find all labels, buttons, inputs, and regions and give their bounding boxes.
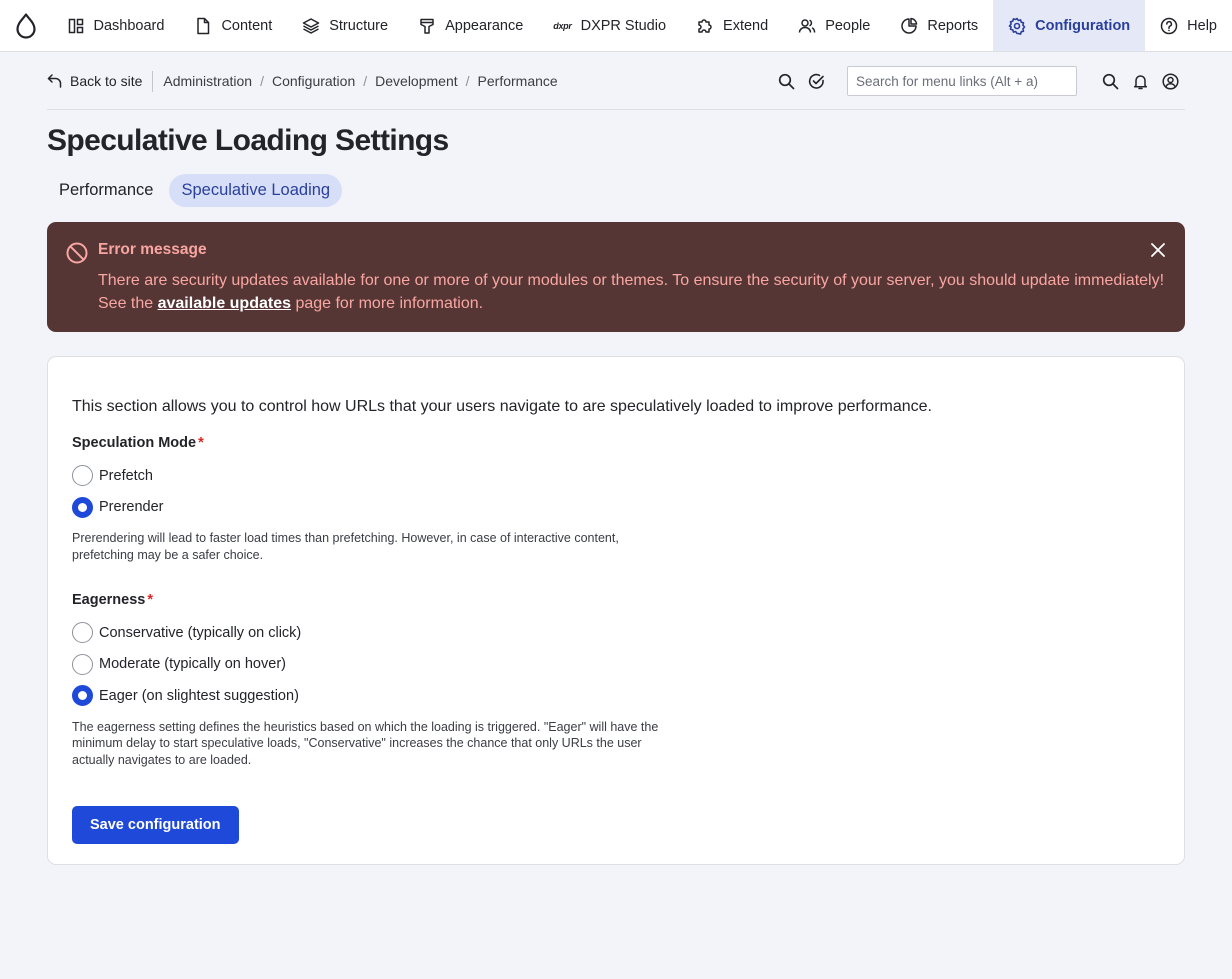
drupal-drop-icon — [16, 12, 36, 39]
breadcrumb-performance[interactable]: Performance — [478, 73, 558, 89]
tab-speculative-loading[interactable]: Speculative Loading — [169, 174, 343, 207]
page-title: Speculative Loading Settings — [47, 124, 449, 157]
admin-toolbar: Dashboard Content Structure Appearance d… — [0, 0, 1232, 52]
user-account-button[interactable] — [1155, 66, 1185, 96]
radio-conservative[interactable] — [72, 622, 93, 644]
save-configuration-button[interactable]: Save configuration — [72, 806, 239, 844]
check-circle-icon — [808, 73, 824, 89]
search-icon — [778, 73, 794, 89]
radio-moderate[interactable] — [72, 653, 93, 675]
nav-content[interactable]: Content — [179, 0, 287, 51]
radio-option-moderate[interactable]: Moderate (typically on hover) — [72, 649, 1160, 681]
back-arrow-icon — [47, 74, 62, 88]
nav-dxpr-studio[interactable]: dxpr DXPR Studio — [538, 0, 681, 51]
available-updates-link[interactable]: available updates — [158, 295, 291, 312]
nav-people[interactable]: People — [783, 0, 885, 51]
nav-people-label: People — [825, 17, 871, 34]
help-icon — [1160, 17, 1178, 34]
gear-icon — [1008, 17, 1026, 35]
dashboard-icon — [68, 18, 83, 33]
radio-conservative-label: Conservative (typically on click) — [99, 624, 302, 641]
radio-prerender[interactable] — [72, 496, 93, 518]
radio-prerender-label: Prerender — [99, 499, 164, 516]
tab-performance[interactable]: Performance — [47, 174, 165, 207]
forbidden-icon — [66, 242, 88, 264]
eagerness-group: Eagerness * Conservative (typically on cl… — [72, 592, 1160, 768]
layers-icon — [302, 17, 320, 34]
required-marker: * — [147, 592, 154, 608]
search-button[interactable] — [771, 66, 801, 96]
nav-reports[interactable]: Reports — [885, 0, 993, 51]
nav-configuration-label: Configuration — [1035, 17, 1131, 34]
breadcrumb-separator: / — [260, 73, 264, 89]
error-message-body: There are security updates available for… — [98, 269, 1168, 315]
radio-moderate-label: Moderate (typically on hover) — [99, 656, 286, 673]
error-message-text-end: page for more information. — [291, 295, 484, 312]
error-message: Error message There are security updates… — [47, 222, 1185, 332]
radio-eager[interactable] — [72, 685, 93, 707]
secondary-tabs: Performance Speculative Loading — [47, 174, 343, 207]
close-icon[interactable] — [1149, 241, 1167, 259]
brush-icon — [420, 18, 434, 34]
nav-dashboard-label: Dashboard — [93, 17, 165, 34]
form-intro: This section allows you to control how U… — [72, 398, 932, 415]
radio-prefetch-label: Prefetch — [99, 467, 153, 484]
people-icon — [798, 18, 816, 33]
nav-configuration[interactable]: Configuration — [993, 0, 1146, 51]
radio-option-conservative[interactable]: Conservative (typically on click) — [72, 617, 1160, 649]
nav-dashboard[interactable]: Dashboard — [52, 0, 180, 51]
speculation-mode-label: Speculation Mode * — [72, 435, 1160, 451]
breadcrumb-configuration[interactable]: Configuration — [272, 73, 355, 89]
nav-reports-label: Reports — [927, 17, 979, 34]
nav-appearance-label: Appearance — [445, 17, 524, 34]
radio-option-eager[interactable]: Eager (on slightest suggestion) — [72, 680, 1160, 712]
bell-icon — [1133, 74, 1147, 89]
breadcrumb-bar: Back to site Administration / Configurat… — [47, 53, 1185, 110]
required-marker: * — [198, 435, 204, 451]
nav-help-label: Help — [1187, 17, 1217, 34]
eagerness-description: The eagerness setting defines the heuris… — [72, 719, 659, 767]
radio-prefetch[interactable] — [72, 465, 93, 487]
home-logo[interactable] — [0, 0, 52, 51]
speculation-mode-description: Prerendering will lead to faster load ti… — [72, 531, 619, 562]
breadcrumb-administration[interactable]: Administration — [163, 73, 252, 89]
breadcrumb-tools — [771, 66, 1185, 96]
breadcrumb: Administration / Configuration / Develop… — [163, 73, 557, 89]
file-icon — [197, 17, 210, 34]
radio-eager-label: Eager (on slightest suggestion) — [99, 687, 299, 704]
nav-content-label: Content — [221, 17, 273, 34]
back-to-site-link[interactable]: Back to site — [47, 70, 154, 92]
eagerness-label-text: Eagerness — [72, 592, 146, 608]
check-status-button[interactable] — [801, 66, 831, 96]
breadcrumb-separator: / — [363, 73, 368, 89]
notifications-button[interactable] — [1125, 66, 1155, 96]
pie-chart-icon — [901, 17, 918, 34]
error-message-title: Error message — [98, 241, 207, 258]
dxpr-icon: dxpr — [553, 20, 572, 31]
user-circle-icon — [1161, 72, 1179, 90]
puzzle-icon — [698, 18, 712, 33]
radio-option-prefetch[interactable]: Prefetch — [72, 460, 1160, 492]
nav-appearance[interactable]: Appearance — [403, 0, 538, 51]
nav-extend[interactable]: Extend — [681, 0, 783, 51]
nav-structure[interactable]: Structure — [287, 0, 403, 51]
back-to-site-label: Back to site — [70, 73, 143, 89]
breadcrumb-development[interactable]: Development — [375, 73, 458, 89]
nav-extend-label: Extend — [723, 17, 769, 34]
speculation-mode-label-text: Speculation Mode — [72, 435, 197, 451]
nav-structure-label: Structure — [329, 17, 389, 34]
speculation-mode-group: Speculation Mode * Prefetch Prerender Pre… — [72, 435, 1160, 563]
nav-help[interactable]: Help — [1145, 0, 1232, 51]
settings-form: This section allows you to control how U… — [47, 356, 1185, 865]
search-submit-button[interactable] — [1095, 66, 1125, 96]
menu-links-search-input[interactable] — [847, 66, 1077, 96]
radio-option-prerender[interactable]: Prerender — [72, 492, 1160, 524]
main-nav: Dashboard Content Structure Appearance d… — [52, 0, 1232, 51]
breadcrumb-separator: / — [465, 73, 470, 89]
search-icon — [1102, 73, 1118, 89]
eagerness-label: Eagerness * — [72, 592, 1160, 608]
nav-dxpr-studio-label: DXPR Studio — [580, 17, 667, 34]
